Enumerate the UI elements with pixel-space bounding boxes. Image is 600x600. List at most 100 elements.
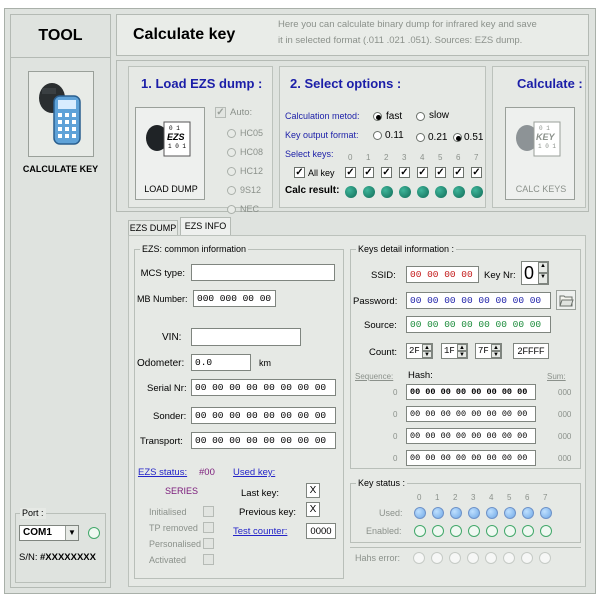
count-value-2: 1F — [444, 346, 455, 356]
calculate-key-nav[interactable]: CALCULATE KEY — [15, 67, 106, 197]
flag-tp-removed-checkbox[interactable] — [203, 522, 214, 533]
vin-field[interactable] — [191, 328, 301, 346]
key-nr-spinner[interactable]: 0 ▲ ▼ — [521, 261, 549, 285]
count-label: Count: — [369, 347, 397, 358]
folder-icon — [559, 295, 574, 307]
key-status-group: Key status : 0 1 2 3 4 5 6 7 Used: Enabl… — [350, 478, 581, 543]
password-field[interactable]: 00 00 00 00 00 00 00 00 — [406, 292, 551, 309]
calculate-panel: Calculate : 0 1 KEY 1 0 1 CALC KEYS — [492, 66, 586, 208]
chip-radio-hc05[interactable] — [227, 129, 236, 138]
open-file-button[interactable] — [556, 290, 576, 310]
sidebar-title: TOOL — [38, 27, 83, 44]
chip-label-hc08: HC08 — [240, 147, 264, 157]
transport-field[interactable]: 00 00 00 00 00 00 00 00 — [191, 432, 336, 449]
format-label-011: 0.11 — [385, 130, 404, 141]
hash-field-1[interactable]: 00 00 00 00 00 00 00 00 — [406, 406, 536, 422]
flag-tp-removed-label: TP removed — [149, 523, 198, 533]
calc-chip-text-2: KEY — [536, 132, 555, 142]
key-checkbox-7[interactable]: ✓ — [471, 167, 482, 178]
calc-result-led-4 — [417, 186, 429, 198]
hash-field-2[interactable]: 00 00 00 00 00 00 00 00 — [406, 428, 536, 444]
count1-down-icon[interactable]: ▼ — [422, 351, 432, 358]
auto-checkbox[interactable]: ✓ — [215, 107, 226, 118]
flag-initialised-checkbox[interactable] — [203, 506, 214, 517]
key-checkbox-4[interactable]: ✓ — [417, 167, 428, 178]
spin-up-icon[interactable]: ▲ — [538, 262, 548, 273]
format-radio-011[interactable] — [373, 131, 382, 140]
key-number-7: 7 — [474, 153, 479, 162]
chip-radio-hc12[interactable] — [227, 167, 236, 176]
all-key-checkbox[interactable]: ✓ — [294, 167, 305, 178]
key-number-2: 2 — [384, 153, 389, 162]
chip-radio-hc08[interactable] — [227, 148, 236, 157]
serial-nr-field[interactable]: 00 00 00 00 00 00 00 00 — [191, 379, 336, 396]
odometer-field[interactable]: 0.0 — [191, 354, 251, 371]
serial-nr-label: Serial Nr: — [147, 383, 187, 394]
ezs-status-link[interactable]: EZS status: — [138, 467, 187, 478]
used-key-link[interactable]: Used key: — [233, 467, 275, 478]
port-select[interactable]: COM1 ▼ — [19, 525, 79, 541]
calc-result-led-0 — [345, 186, 357, 198]
chip-radio-nec[interactable] — [227, 205, 236, 214]
chip-text-3: 1 0 1 — [168, 143, 187, 150]
format-radio-021[interactable] — [416, 133, 425, 142]
calc-chip-text-3: 1 0 1 — [538, 143, 557, 150]
hash-error-led-7 — [539, 552, 551, 564]
mcs-type-field[interactable] — [191, 264, 335, 281]
key-checkbox-1[interactable]: ✓ — [363, 167, 374, 178]
odometer-unit: km — [259, 358, 271, 368]
key-checkbox-0[interactable]: ✓ — [345, 167, 356, 178]
ssid-field[interactable]: 00 00 00 00 — [406, 266, 479, 283]
calculate-key-tile[interactable] — [28, 71, 94, 157]
count-spinner-1[interactable]: 2F ▲ ▼ — [406, 343, 433, 359]
spin-down-icon[interactable]: ▼ — [538, 273, 548, 284]
enabled-led-2 — [450, 525, 462, 537]
count-spinner-2[interactable]: 1F ▲ ▼ — [441, 343, 468, 359]
ssid-label: SSID: — [371, 270, 396, 281]
key-number-5: 5 — [438, 153, 443, 162]
calc-result-led-7 — [471, 186, 483, 198]
tab-ezs-dump[interactable]: EZS DUMP — [128, 220, 178, 235]
flag-activated-checkbox[interactable] — [203, 554, 214, 565]
hash-field-3[interactable]: 00 00 00 00 00 00 00 00 — [406, 450, 536, 466]
test-counter-link[interactable]: Test counter: — [233, 526, 287, 537]
count2-up-icon[interactable]: ▲ — [457, 344, 467, 351]
hash-error-led-1 — [431, 552, 443, 564]
calc-keys-button[interactable]: 0 1 KEY 1 0 1 CALC KEYS — [505, 107, 575, 200]
page-header: Calculate key Here you can calculate bin… — [116, 14, 589, 56]
hash-error-led-3 — [467, 552, 479, 564]
enabled-led-0 — [414, 525, 426, 537]
source-field[interactable]: 00 00 00 00 00 00 00 00 — [406, 316, 551, 333]
mb-number-field[interactable]: 000 000 00 00 — [193, 290, 276, 307]
key-checkbox-2[interactable]: ✓ — [381, 167, 392, 178]
count3-down-icon[interactable]: ▼ — [491, 351, 501, 358]
count-spinner-3[interactable]: 7F ▲ ▼ — [475, 343, 502, 359]
series-label: SERIES — [165, 486, 199, 496]
calc-result-led-3 — [399, 186, 411, 198]
tab-ezs-info[interactable]: EZS INFO — [180, 217, 231, 235]
key-checkbox-5[interactable]: ✓ — [435, 167, 446, 178]
method-fast-radio[interactable] — [373, 112, 382, 121]
transport-label: Transport: — [140, 436, 183, 447]
sequence-label: Sequence: — [355, 372, 394, 381]
enabled-led-1 — [432, 525, 444, 537]
count2-down-icon[interactable]: ▼ — [457, 351, 467, 358]
page-title: Calculate key — [133, 26, 236, 43]
method-slow-radio[interactable] — [416, 112, 425, 121]
key-checkbox-6[interactable]: ✓ — [453, 167, 464, 178]
sonder-label: Sonder: — [153, 411, 187, 422]
hash-field-0[interactable]: 00 00 00 00 00 00 00 00 — [406, 384, 536, 400]
chip-radio-9s12[interactable] — [227, 186, 236, 195]
header-description-2: it in selected format (.011 .021 .051). … — [278, 35, 523, 46]
previous-key-value: X — [306, 502, 320, 517]
enabled-led-4 — [486, 525, 498, 537]
load-dump-button[interactable]: 0 1 EZS 1 0 1 LOAD DUMP — [135, 107, 205, 200]
count3-up-icon[interactable]: ▲ — [491, 344, 501, 351]
count1-up-icon[interactable]: ▲ — [422, 344, 432, 351]
sonder-field[interactable]: 00 00 00 00 00 00 00 00 — [191, 407, 336, 424]
flag-personalised-checkbox[interactable] — [203, 538, 214, 549]
key-number-6: 6 — [456, 153, 461, 162]
chevron-down-icon[interactable]: ▼ — [65, 526, 78, 540]
format-radio-051[interactable] — [453, 133, 462, 142]
key-checkbox-3[interactable]: ✓ — [399, 167, 410, 178]
